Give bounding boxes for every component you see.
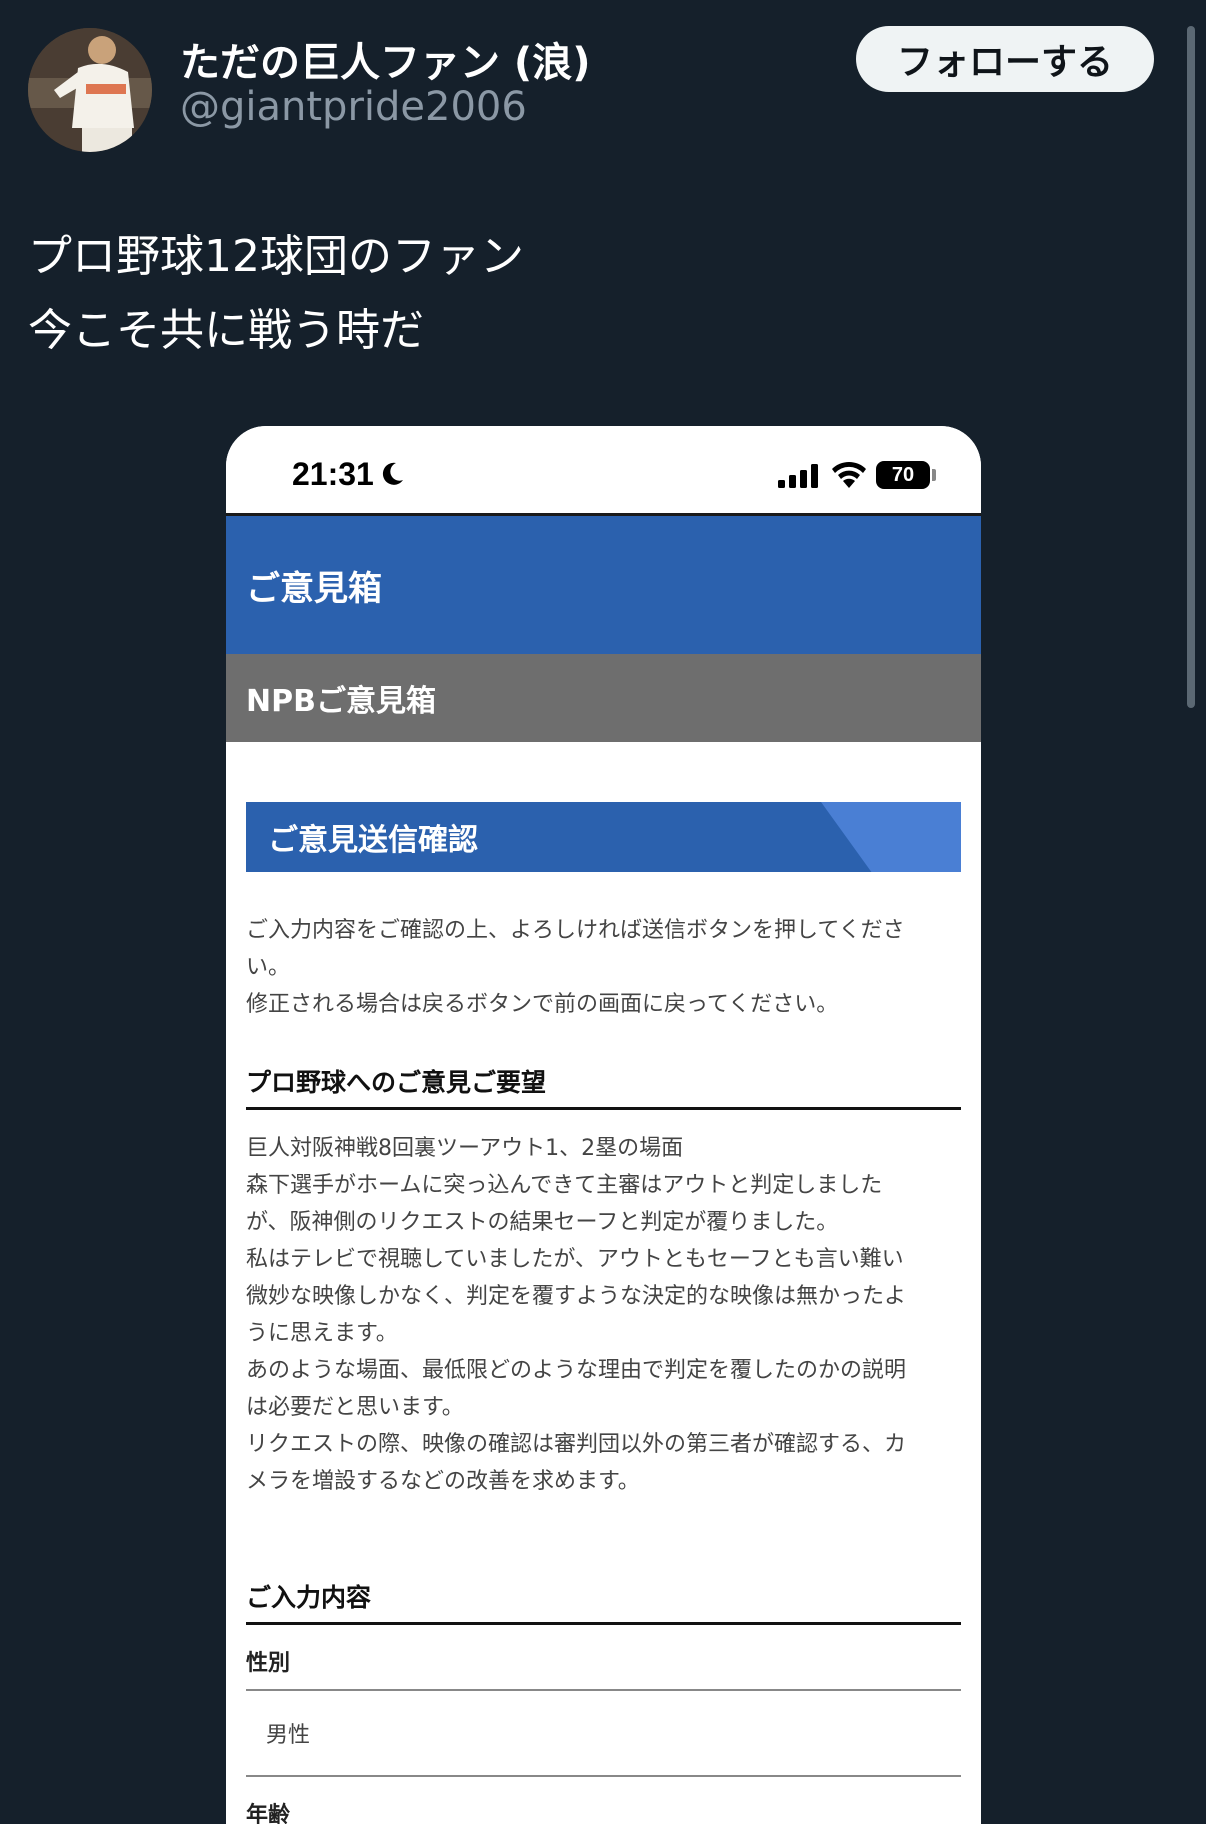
battery-nub xyxy=(932,469,936,481)
intro-line: 修正される場合は戻るボタンで前の画面に戻ってください。 xyxy=(246,992,839,1017)
cellular-signal-icon xyxy=(778,464,818,488)
opinion-line: 微妙な映像しかなく、判定を覆すような決定的な映像は無かったよ xyxy=(246,1284,907,1309)
wifi-icon xyxy=(832,461,866,488)
opinion-line: メラを増設するなどの改善を求めます。 xyxy=(246,1469,640,1494)
opinion-line: あのような場面、最低限どのような理由で判定を覆したのかの説明 xyxy=(246,1358,907,1383)
section-title: ご意見送信確認 xyxy=(268,823,478,858)
opinion-text: 巨人対阪神戦8回裏ツーアウト1、2塁の場面 森下選手がホームに突っ込んできて主審… xyxy=(246,1130,961,1500)
intro-line: い。 xyxy=(246,955,291,980)
intro-line: ご入力内容をご確認の上、よろしければ送信ボタンを押してくださ xyxy=(246,918,905,943)
opinion-line: が、阪神側のリクエストの結果セーフと判定が覆りました。 xyxy=(246,1210,839,1235)
gender-label: 性別 xyxy=(246,1645,961,1691)
attached-screenshot[interactable]: 21:31 70 ご意見箱 NPBご意見箱 ご意見送信確認 ご入力内容をご確認の… xyxy=(226,426,981,1824)
opinion-line: リクエストの際、映像の確認は審判団以外の第三者が確認する、カ xyxy=(246,1432,907,1457)
avatar-photo xyxy=(28,28,152,152)
banner-accent xyxy=(821,802,961,872)
opinion-line: うに思えます。 xyxy=(246,1321,398,1346)
tweet-text-line: 今こそ共に戦う時だ xyxy=(28,305,424,356)
age-label: 年齢 xyxy=(246,1803,291,1824)
opinion-line: 森下選手がホームに突っ込んできて主審はアウトと判定しました xyxy=(246,1173,883,1198)
opinion-line: は必要だと思います。 xyxy=(246,1395,464,1420)
display-name[interactable]: ただの巨人ファン (浪) xyxy=(180,30,591,88)
input-contents-heading: ご入力内容 xyxy=(246,1578,961,1625)
status-time: 21:31 xyxy=(292,456,374,492)
opinion-heading: プロ野球へのご意見ご要望 xyxy=(246,1063,961,1110)
user-handle[interactable]: @giantpride2006 xyxy=(180,84,527,130)
form-content: ご意見送信確認 ご入力内容をご確認の上、よろしければ送信ボタンを押してくださ い… xyxy=(226,802,981,1824)
battery-icon: 70 xyxy=(876,461,930,489)
avatar[interactable] xyxy=(28,28,152,152)
opinion-line: 私はテレビで視聴していましたが、アウトともセーフとも言い難い xyxy=(246,1247,904,1272)
tweet-text: プロ野球12球団のファン 今こそ共に戦う時だ xyxy=(28,220,524,368)
page-sub-header: NPBご意見箱 xyxy=(226,654,981,742)
section-title-banner: ご意見送信確認 xyxy=(246,802,961,872)
opinion-line: 巨人対阪神戦8回裏ツーアウト1、2塁の場面 xyxy=(246,1136,684,1161)
phone-status-bar: 21:31 70 xyxy=(226,426,981,516)
site-header: ご意見箱 xyxy=(226,516,981,654)
moon-icon xyxy=(382,462,403,485)
scrollbar[interactable] xyxy=(1187,26,1195,708)
follow-button[interactable]: フォローする xyxy=(856,26,1154,92)
tweet-text-line: プロ野球12球団のファン xyxy=(28,231,524,282)
gender-value: 男性 xyxy=(246,1691,961,1777)
intro-text: ご入力内容をご確認の上、よろしければ送信ボタンを押してくださ い。 修正される場… xyxy=(246,912,961,1023)
